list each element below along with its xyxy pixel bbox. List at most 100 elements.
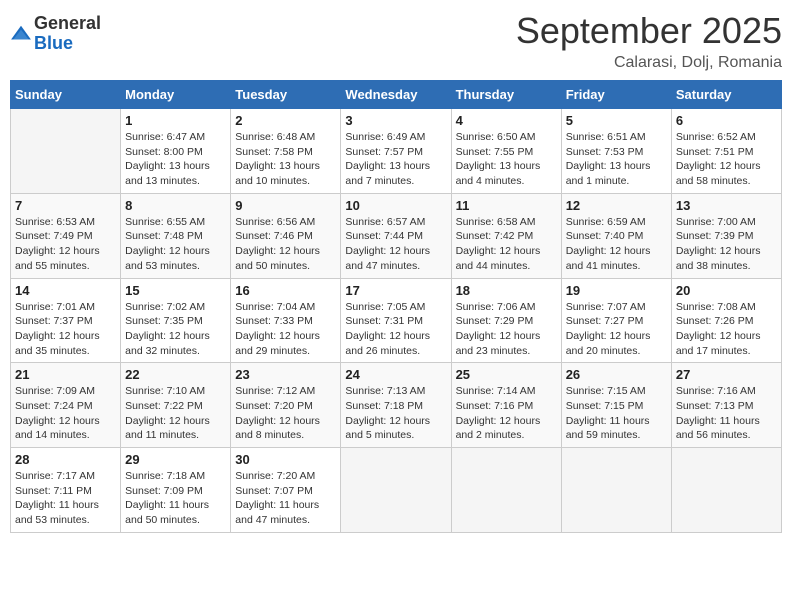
day-info: Sunrise: 6:59 AMSunset: 7:40 PMDaylight:… bbox=[566, 215, 667, 274]
day-info: Sunrise: 6:55 AMSunset: 7:48 PMDaylight:… bbox=[125, 215, 226, 274]
calendar-cell: 3 Sunrise: 6:49 AMSunset: 7:57 PMDaylight… bbox=[341, 109, 451, 194]
calendar-cell: 15Sunrise: 7:02 AMSunset: 7:35 PMDayligh… bbox=[121, 278, 231, 363]
day-number: 26 bbox=[566, 367, 667, 382]
calendar-cell bbox=[671, 448, 781, 533]
day-info: Sunrise: 6:52 AMSunset: 7:51 PMDaylight:… bbox=[676, 130, 777, 189]
day-number: 10 bbox=[345, 198, 446, 213]
calendar-cell: 23 Sunrise: 7:12 AMSunset: 7:20 PMDayligh… bbox=[231, 363, 341, 448]
day-number: 20 bbox=[676, 283, 777, 298]
day-number: 21 bbox=[15, 367, 116, 382]
calendar-cell: 19 Sunrise: 7:07 AMSunset: 7:27 PMDayligh… bbox=[561, 278, 671, 363]
day-number: 19 bbox=[566, 283, 667, 298]
month-title: September 2025 bbox=[516, 10, 782, 52]
day-info: Sunrise: 7:09 AMSunset: 7:24 PMDaylight:… bbox=[15, 384, 116, 443]
calendar-cell: 1 Sunrise: 6:47 AMSunset: 8:00 PMDaylight… bbox=[121, 109, 231, 194]
calendar-cell bbox=[561, 448, 671, 533]
day-info: Sunrise: 7:06 AMSunset: 7:29 PMDaylight:… bbox=[456, 300, 557, 359]
calendar-cell: 7Sunrise: 6:53 AMSunset: 7:49 PMDaylight… bbox=[11, 193, 121, 278]
day-info: Sunrise: 7:07 AMSunset: 7:27 PMDaylight:… bbox=[566, 300, 667, 359]
day-number: 17 bbox=[345, 283, 446, 298]
logo-icon bbox=[10, 23, 32, 45]
day-info: Sunrise: 7:18 AMSunset: 7:09 PMDaylight:… bbox=[125, 469, 226, 528]
day-info: Sunrise: 6:56 AMSunset: 7:46 PMDaylight:… bbox=[235, 215, 336, 274]
day-info: Sunrise: 6:57 AMSunset: 7:44 PMDaylight:… bbox=[345, 215, 446, 274]
header-cell-tuesday: Tuesday bbox=[231, 81, 341, 109]
calendar-cell: 12Sunrise: 6:59 AMSunset: 7:40 PMDayligh… bbox=[561, 193, 671, 278]
calendar-cell: 29 Sunrise: 7:18 AMSunset: 7:09 PMDayligh… bbox=[121, 448, 231, 533]
day-number: 29 bbox=[125, 452, 226, 467]
day-info: Sunrise: 7:04 AMSunset: 7:33 PMDaylight:… bbox=[235, 300, 336, 359]
day-info: Sunrise: 7:12 AMSunset: 7:20 PMDaylight:… bbox=[235, 384, 336, 443]
header-cell-monday: Monday bbox=[121, 81, 231, 109]
day-number: 22 bbox=[125, 367, 226, 382]
day-number: 14 bbox=[15, 283, 116, 298]
day-info: Sunrise: 7:10 AMSunset: 7:22 PMDaylight:… bbox=[125, 384, 226, 443]
calendar-cell: 8 Sunrise: 6:55 AMSunset: 7:48 PMDaylight… bbox=[121, 193, 231, 278]
calendar-cell: 20 Sunrise: 7:08 AMSunset: 7:26 PMDayligh… bbox=[671, 278, 781, 363]
page-header: General Blue September 2025 Calarasi, Do… bbox=[10, 10, 782, 72]
day-number: 13 bbox=[676, 198, 777, 213]
calendar-cell: 10 Sunrise: 6:57 AMSunset: 7:44 PMDayligh… bbox=[341, 193, 451, 278]
location-text: Calarasi, Dolj, Romania bbox=[516, 54, 782, 72]
title-block: September 2025 Calarasi, Dolj, Romania bbox=[516, 10, 782, 72]
calendar-cell bbox=[341, 448, 451, 533]
calendar-cell: 22 Sunrise: 7:10 AMSunset: 7:22 PMDayligh… bbox=[121, 363, 231, 448]
calendar-cell: 16 Sunrise: 7:04 AMSunset: 7:33 PMDayligh… bbox=[231, 278, 341, 363]
day-number: 9 bbox=[235, 198, 336, 213]
calendar-cell bbox=[451, 448, 561, 533]
calendar-cell: 5 Sunrise: 6:51 AMSunset: 7:53 PMDaylight… bbox=[561, 109, 671, 194]
calendar-cell: 17Sunrise: 7:05 AMSunset: 7:31 PMDayligh… bbox=[341, 278, 451, 363]
day-info: Sunrise: 6:49 AMSunset: 7:57 PMDaylight:… bbox=[345, 130, 446, 189]
day-number: 11 bbox=[456, 198, 557, 213]
day-info: Sunrise: 7:01 AMSunset: 7:37 PMDaylight:… bbox=[15, 300, 116, 359]
day-info: Sunrise: 7:08 AMSunset: 7:26 PMDaylight:… bbox=[676, 300, 777, 359]
day-number: 27 bbox=[676, 367, 777, 382]
calendar-week-2: 14 Sunrise: 7:01 AMSunset: 7:37 PMDayligh… bbox=[11, 278, 782, 363]
calendar-cell: 6 Sunrise: 6:52 AMSunset: 7:51 PMDaylight… bbox=[671, 109, 781, 194]
day-number: 18 bbox=[456, 283, 557, 298]
header-cell-thursday: Thursday bbox=[451, 81, 561, 109]
day-number: 23 bbox=[235, 367, 336, 382]
calendar-header: SundayMondayTuesdayWednesdayThursdayFrid… bbox=[11, 81, 782, 109]
day-number: 16 bbox=[235, 283, 336, 298]
day-number: 8 bbox=[125, 198, 226, 213]
calendar-week-4: 28Sunrise: 7:17 AMSunset: 7:11 PMDayligh… bbox=[11, 448, 782, 533]
day-number: 6 bbox=[676, 113, 777, 128]
day-number: 25 bbox=[456, 367, 557, 382]
calendar-cell: 26Sunrise: 7:15 AMSunset: 7:15 PMDayligh… bbox=[561, 363, 671, 448]
day-info: Sunrise: 7:00 AMSunset: 7:39 PMDaylight:… bbox=[676, 215, 777, 274]
header-cell-wednesday: Wednesday bbox=[341, 81, 451, 109]
day-info: Sunrise: 7:14 AMSunset: 7:16 PMDaylight:… bbox=[456, 384, 557, 443]
calendar-cell: 30Sunrise: 7:20 AMSunset: 7:07 PMDayligh… bbox=[231, 448, 341, 533]
calendar-table: SundayMondayTuesdayWednesdayThursdayFrid… bbox=[10, 80, 782, 533]
calendar-week-3: 21 Sunrise: 7:09 AMSunset: 7:24 PMDayligh… bbox=[11, 363, 782, 448]
day-info: Sunrise: 6:50 AMSunset: 7:55 PMDaylight:… bbox=[456, 130, 557, 189]
calendar-cell: 25 Sunrise: 7:14 AMSunset: 7:16 PMDayligh… bbox=[451, 363, 561, 448]
calendar-week-0: 1 Sunrise: 6:47 AMSunset: 8:00 PMDaylight… bbox=[11, 109, 782, 194]
calendar-cell: 14 Sunrise: 7:01 AMSunset: 7:37 PMDayligh… bbox=[11, 278, 121, 363]
logo: General Blue bbox=[10, 14, 101, 54]
calendar-cell: 18 Sunrise: 7:06 AMSunset: 7:29 PMDayligh… bbox=[451, 278, 561, 363]
day-info: Sunrise: 6:47 AMSunset: 8:00 PMDaylight:… bbox=[125, 130, 226, 189]
calendar-cell: 2Sunrise: 6:48 AMSunset: 7:58 PMDaylight… bbox=[231, 109, 341, 194]
calendar-cell: 21 Sunrise: 7:09 AMSunset: 7:24 PMDayligh… bbox=[11, 363, 121, 448]
calendar-cell: 4Sunrise: 6:50 AMSunset: 7:55 PMDaylight… bbox=[451, 109, 561, 194]
day-number: 24 bbox=[345, 367, 446, 382]
day-number: 5 bbox=[566, 113, 667, 128]
day-number: 7 bbox=[15, 198, 116, 213]
header-cell-saturday: Saturday bbox=[671, 81, 781, 109]
calendar-week-1: 7Sunrise: 6:53 AMSunset: 7:49 PMDaylight… bbox=[11, 193, 782, 278]
day-number: 3 bbox=[345, 113, 446, 128]
day-info: Sunrise: 6:48 AMSunset: 7:58 PMDaylight:… bbox=[235, 130, 336, 189]
header-cell-sunday: Sunday bbox=[11, 81, 121, 109]
day-number: 28 bbox=[15, 452, 116, 467]
day-number: 1 bbox=[125, 113, 226, 128]
logo-blue-text: Blue bbox=[34, 34, 101, 54]
day-info: Sunrise: 7:02 AMSunset: 7:35 PMDaylight:… bbox=[125, 300, 226, 359]
day-info: Sunrise: 6:51 AMSunset: 7:53 PMDaylight:… bbox=[566, 130, 667, 189]
calendar-cell: 24 Sunrise: 7:13 AMSunset: 7:18 PMDayligh… bbox=[341, 363, 451, 448]
calendar-cell: 27Sunrise: 7:16 AMSunset: 7:13 PMDayligh… bbox=[671, 363, 781, 448]
day-info: Sunrise: 7:13 AMSunset: 7:18 PMDaylight:… bbox=[345, 384, 446, 443]
day-info: Sunrise: 6:58 AMSunset: 7:42 PMDaylight:… bbox=[456, 215, 557, 274]
calendar-cell: 9 Sunrise: 6:56 AMSunset: 7:46 PMDaylight… bbox=[231, 193, 341, 278]
